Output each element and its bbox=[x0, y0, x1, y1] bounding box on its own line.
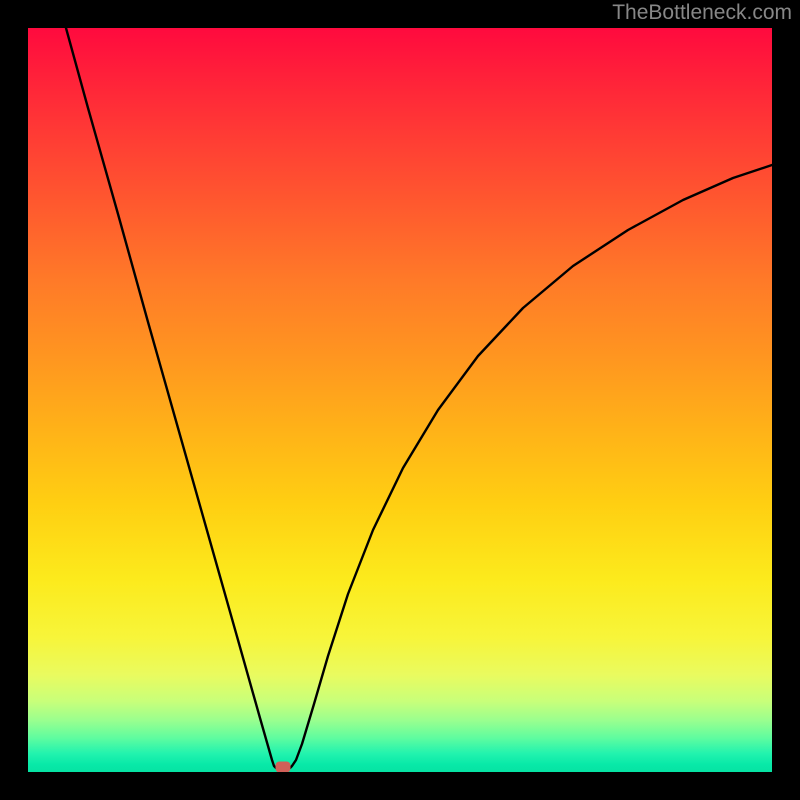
chart-svg bbox=[28, 28, 772, 772]
plot-area bbox=[28, 28, 772, 772]
min-point-marker bbox=[276, 762, 291, 773]
bottleneck-curve bbox=[66, 28, 772, 768]
outer-frame: TheBottleneck.com bbox=[0, 0, 800, 800]
watermark-text: TheBottleneck.com bbox=[612, 1, 792, 25]
